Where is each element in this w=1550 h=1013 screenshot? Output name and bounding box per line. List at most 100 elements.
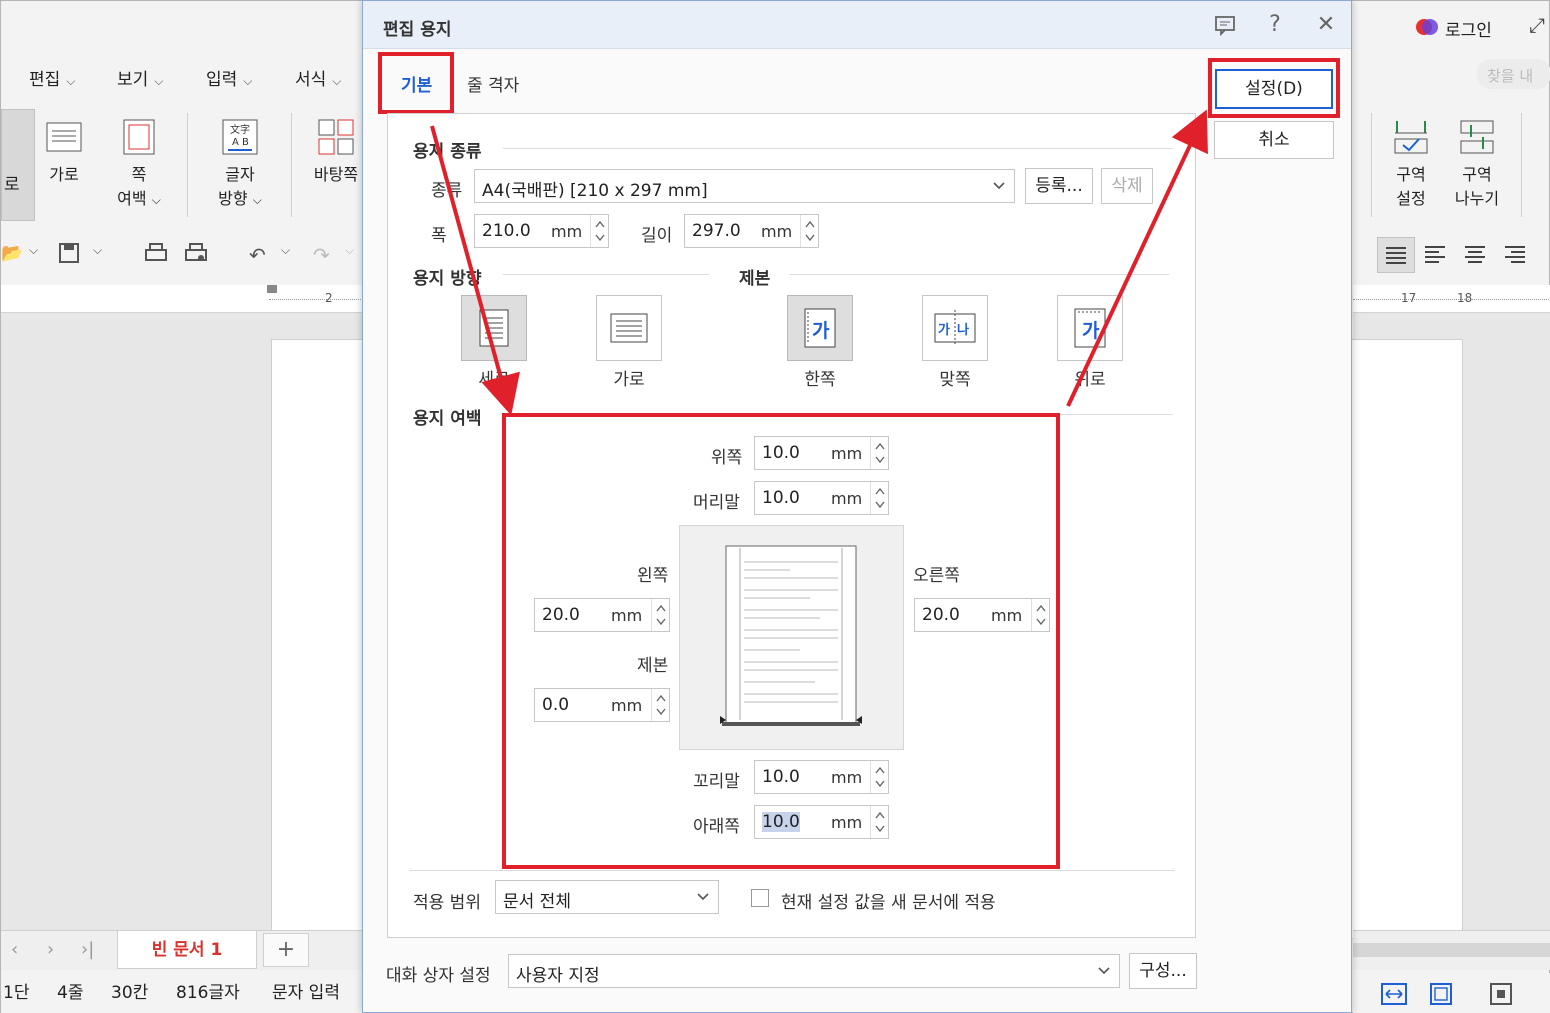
- ribbon-section-break-button[interactable]: 구역 나누기: [1447, 119, 1507, 211]
- ribbon-divider: [291, 113, 292, 217]
- align-right-icon[interactable]: [1503, 241, 1529, 274]
- comment-icon[interactable]: [1211, 11, 1239, 39]
- add-tab-button[interactable]: +: [263, 933, 309, 967]
- menu-format[interactable]: 서식 ⌵: [295, 65, 341, 90]
- chevron-down-icon[interactable]: ⌵: [281, 243, 290, 258]
- highlight-box-margins: [502, 413, 1060, 869]
- chevron-down-icon[interactable]: ⌵: [93, 243, 102, 258]
- tab-next-icon[interactable]: ›: [47, 939, 54, 960]
- search-box[interactable]: 찾을 내: [1477, 59, 1550, 89]
- spin-down-icon: [805, 234, 815, 242]
- length-field[interactable]: 297.0 mm: [684, 214, 819, 248]
- width-stepper[interactable]: [590, 215, 608, 247]
- ribbon-margin-button[interactable]: 쪽 여백 ⌵: [107, 119, 171, 212]
- section-divider: [409, 870, 1175, 871]
- ribbon-landscape-button[interactable]: 가로: [39, 119, 89, 187]
- ribbon-section-settings-button[interactable]: 구역 설정: [1385, 119, 1437, 211]
- svg-text:A B: A B: [232, 137, 249, 148]
- svg-text:가: 가: [1082, 320, 1100, 342]
- binding-top-option[interactable]: 가: [1057, 295, 1123, 361]
- tab-line-grid[interactable]: 줄 격자: [467, 71, 519, 96]
- save-icon[interactable]: [59, 243, 79, 268]
- binding-single-option[interactable]: 가: [787, 295, 853, 361]
- dialog-title: 편집 용지: [383, 20, 452, 40]
- close-icon[interactable]: ✕: [1312, 11, 1340, 39]
- apply-new-doc-checkbox[interactable]: [751, 889, 769, 907]
- binding-facing-option[interactable]: 가나: [922, 295, 988, 361]
- section-paper-type: 용지 종류: [413, 142, 482, 162]
- login-link[interactable]: 로그인: [1445, 16, 1492, 41]
- view-mode-bar: [1353, 973, 1550, 1013]
- chevron-down-icon[interactable]: ⌵: [29, 243, 38, 258]
- landscape-page-icon: [610, 313, 648, 343]
- dialog-titlebar[interactable]: 편집 용지 ? ✕: [363, 1, 1351, 49]
- delete-button[interactable]: 삭제: [1101, 168, 1153, 204]
- horizontal-scrollbar[interactable]: [1353, 930, 1550, 970]
- orientation-landscape-option[interactable]: [596, 295, 662, 361]
- chevron-down-icon: [1098, 967, 1110, 975]
- chevron-down-icon: [993, 182, 1005, 190]
- spin-down-icon: [595, 234, 605, 242]
- menu-view[interactable]: 보기 ⌵: [117, 65, 163, 90]
- document-tab[interactable]: 빈 문서 1: [117, 931, 257, 969]
- paper-type-select[interactable]: A4(국배판) [210 x 297 mm]: [474, 169, 1015, 203]
- actual-size-icon[interactable]: [1489, 981, 1515, 1013]
- spin-up-icon: [595, 220, 605, 228]
- expand-icon[interactable]: ⤢: [1529, 13, 1545, 37]
- ribbon-divider: [1371, 113, 1372, 217]
- highlight-box-basic-tab: [378, 52, 454, 114]
- document-page[interactable]: [271, 339, 371, 939]
- horizontal-ruler-right: 17 18: [1353, 285, 1550, 313]
- cancel-button[interactable]: 취소: [1214, 121, 1334, 159]
- print-preview-icon[interactable]: [185, 243, 207, 268]
- svg-text:가: 가: [938, 323, 950, 338]
- section-divider: [789, 274, 1169, 275]
- tab-last-icon[interactable]: ›|: [81, 939, 94, 960]
- width-field[interactable]: 210.0 mm: [474, 214, 609, 248]
- horizontal-ruler-left: 2: [1, 285, 363, 313]
- section-orientation: 용지 방향: [413, 269, 482, 289]
- document-page[interactable]: [1343, 339, 1463, 939]
- dialog-settings-label: 대화 상자 설정: [386, 966, 491, 986]
- landscape-label: 가로: [613, 370, 645, 390]
- tab-prev-icon[interactable]: ‹: [11, 939, 18, 960]
- top-binding-icon: 가: [1074, 308, 1106, 348]
- spin-up-icon: [805, 220, 815, 228]
- ribbon-portrait-button[interactable]: 로: [1, 109, 35, 221]
- length-stepper[interactable]: [800, 215, 818, 247]
- orientation-portrait-option[interactable]: [461, 295, 527, 361]
- print-icon[interactable]: [145, 243, 167, 268]
- fit-width-icon[interactable]: [1381, 981, 1407, 1013]
- align-justify-icon: [1386, 247, 1406, 264]
- fit-page-icon[interactable]: [1429, 981, 1455, 1013]
- facing-binding-label: 맞쪽: [939, 370, 971, 390]
- apply-scope-select[interactable]: 문서 전체: [495, 880, 719, 914]
- menu-insert[interactable]: 입력 ⌵: [206, 65, 252, 90]
- apply-new-doc-label: 현재 설정 값을 새 문서에 적용: [781, 893, 996, 913]
- undo-icon[interactable]: ↶: [249, 243, 266, 267]
- register-button[interactable]: 등록...: [1025, 168, 1093, 204]
- section-break-icon: [1460, 120, 1494, 154]
- align-left-icon[interactable]: [1423, 241, 1449, 274]
- master-page-icon: [318, 119, 354, 155]
- align-center-icon[interactable]: [1463, 241, 1489, 274]
- length-label: 길이: [641, 226, 673, 246]
- section-settings-icon: [1394, 121, 1428, 154]
- facing-binding-icon: 가나: [934, 310, 976, 346]
- section-divider: [503, 274, 709, 275]
- redo-icon[interactable]: ↷: [313, 243, 330, 267]
- open-icon[interactable]: 📂: [1, 243, 23, 264]
- help-icon[interactable]: ?: [1261, 11, 1289, 39]
- align-justify-button[interactable]: [1377, 237, 1415, 273]
- chevron-down-icon[interactable]: ⌵: [345, 243, 354, 258]
- width-label: 폭: [431, 226, 447, 246]
- configure-button[interactable]: 구성...: [1129, 953, 1197, 989]
- page-margin-icon: [123, 119, 155, 155]
- ribbon-text-direction-button[interactable]: 文字 A B 글자 방향 ⌵: [207, 119, 273, 212]
- menu-edit[interactable]: 편집 ⌵: [29, 65, 75, 90]
- ribbon-master-page-button[interactable]: 바탕쪽: [307, 119, 365, 187]
- dialog-settings-select[interactable]: 사용자 지정: [508, 954, 1120, 988]
- svg-text:나: 나: [957, 322, 969, 338]
- top-binding-label: 위로: [1074, 370, 1106, 390]
- portrait-page-icon: [479, 309, 509, 347]
